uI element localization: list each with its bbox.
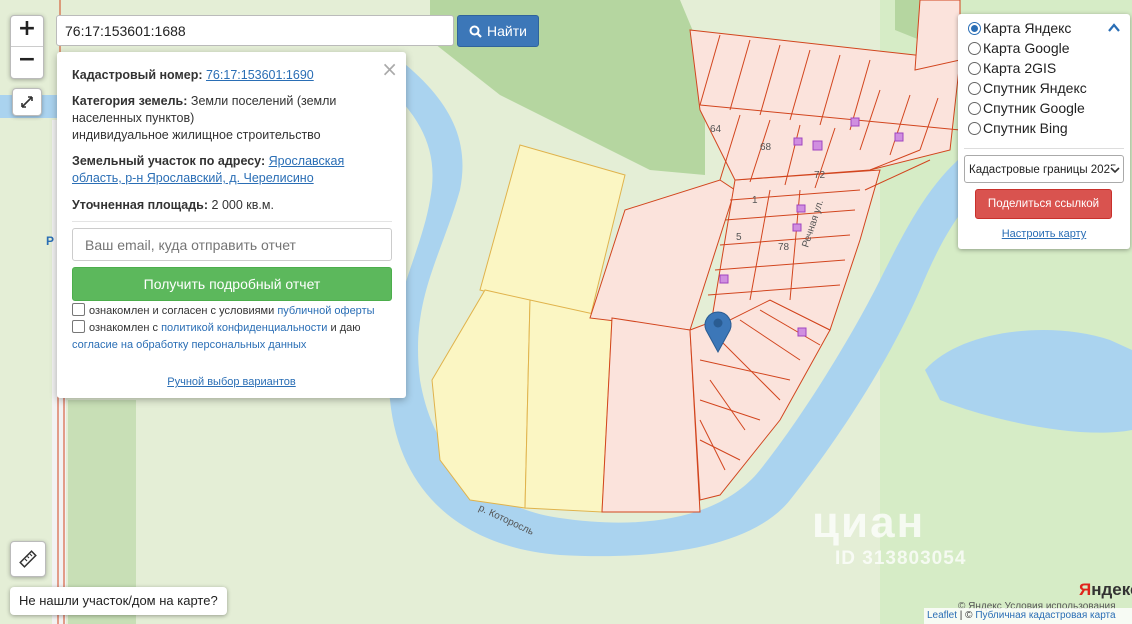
- chevron-down-icon: [1110, 166, 1120, 174]
- layer-option-label: Спутник Google: [983, 100, 1085, 116]
- plot-label: 1: [752, 195, 758, 206]
- cadastral-parcel[interactable]: [601, 317, 701, 513]
- radio-selected-icon[interactable]: [968, 21, 981, 35]
- radio-icon[interactable]: [968, 121, 981, 135]
- fullscreen-button[interactable]: [12, 88, 42, 116]
- plot-label: 5: [736, 232, 742, 243]
- configure-map: Настроить карту: [958, 228, 1130, 240]
- area-label: Уточненная площадь:: [72, 198, 209, 212]
- watermark-id: ID 313803054: [835, 548, 967, 569]
- radio-icon[interactable]: [968, 61, 981, 75]
- not-found-button[interactable]: Не нашли участок/дом на карте?: [10, 587, 227, 615]
- cadastral-label: Кадастровый номер:: [72, 68, 203, 82]
- category-label: Категория земель:: [72, 94, 188, 108]
- get-report-button[interactable]: Получить подробный отчет: [72, 267, 392, 301]
- privacy-checkbox[interactable]: [72, 320, 85, 333]
- search-input[interactable]: [56, 15, 454, 46]
- chevron-up-icon[interactable]: [1108, 23, 1120, 32]
- attribution-bar: Leaflet | © Публичная кадастровая карта: [924, 608, 1132, 624]
- zoom-out-button[interactable]: −: [11, 46, 43, 77]
- leaflet-link[interactable]: Leaflet: [927, 610, 957, 621]
- layer-option-label: Спутник Bing: [983, 120, 1068, 136]
- share-link-button[interactable]: Поделиться ссылкой: [975, 189, 1112, 219]
- layer-option-google-map[interactable]: Карта Google: [968, 38, 1070, 58]
- manual-selection-link[interactable]: Ручной выбор вариантов: [167, 376, 295, 388]
- land-use-value: индивидуальное жилищное строительство: [72, 128, 321, 142]
- plot-label: 68: [760, 142, 772, 153]
- offer-link[interactable]: публичной оферты: [277, 305, 374, 317]
- layers-panel: Карта Яндекс Карта Google Карта 2GIS Спу…: [958, 14, 1130, 249]
- manual-selection: Ручной выбор вариантов: [57, 376, 406, 388]
- radio-icon[interactable]: [968, 41, 981, 55]
- yandex-logo: Яндекс: [1079, 580, 1132, 600]
- privacy-consent-text: ознакомлен с: [89, 322, 159, 334]
- configure-map-link[interactable]: Настроить карту: [1002, 228, 1087, 240]
- offer-consent: ознакомлен и согласен с условиями публич…: [72, 303, 392, 320]
- personal-data-consent-link[interactable]: согласие на обработку персональных данны…: [72, 339, 306, 351]
- cadastral-layer-value: Кадастровые границы 2025: [969, 164, 1117, 176]
- plot-label: 78: [778, 242, 790, 253]
- search-icon: [469, 25, 482, 38]
- cadastral-layer-select[interactable]: Кадастровые границы 2025: [964, 155, 1124, 183]
- pkk-link[interactable]: Публичная кадастровая карта: [975, 610, 1115, 621]
- email-field[interactable]: [72, 228, 392, 261]
- expand-icon: [21, 96, 33, 108]
- area-value: 2 000 кв.м.: [211, 198, 274, 212]
- layer-option-label: Спутник Яндекс: [983, 80, 1087, 96]
- ruler-icon: [19, 550, 37, 568]
- layer-option-2gis-map[interactable]: Карта 2GIS: [968, 58, 1056, 78]
- cadastral-link[interactable]: 76:17:153601:1690: [206, 68, 314, 82]
- poi-label: Р: [46, 234, 54, 248]
- zoom-control: + −: [10, 15, 44, 79]
- address-label: Земельный участок по адресу:: [72, 154, 266, 168]
- search-button-label: Найти: [487, 23, 527, 39]
- radio-icon[interactable]: [968, 81, 981, 95]
- watermark-logo: циан: [812, 498, 926, 547]
- radio-icon[interactable]: [968, 101, 981, 115]
- layer-option-yandex-satellite[interactable]: Спутник Яндекс: [968, 78, 1087, 98]
- field-parcel: [524, 299, 613, 513]
- layer-option-google-satellite[interactable]: Спутник Google: [968, 98, 1085, 118]
- offer-consent-text: ознакомлен и согласен с условиями: [89, 305, 275, 317]
- privacy-policy-link[interactable]: политикой конфиденциальности: [161, 322, 327, 334]
- layer-option-yandex-map[interactable]: Карта Яндекс: [968, 18, 1071, 38]
- zoom-in-button[interactable]: +: [11, 16, 43, 46]
- search-button[interactable]: Найти: [457, 15, 539, 47]
- yandex-logo-rest: ндекс: [1091, 580, 1132, 599]
- layer-option-bing-satellite[interactable]: Спутник Bing: [968, 118, 1068, 138]
- layer-option-label: Карта Яндекс: [983, 20, 1072, 36]
- privacy-consent-tail: и даю: [330, 322, 361, 334]
- parcel-info-popup: × Кадастровый номер: 76:17:153601:1690 К…: [57, 52, 406, 398]
- offer-checkbox[interactable]: [72, 303, 85, 316]
- privacy-consent: ознакомлен с политикой конфиденциальност…: [72, 320, 392, 354]
- layer-option-label: Карта Google: [983, 40, 1070, 56]
- yandex-logo-first-letter: Я: [1079, 580, 1092, 599]
- ruler-button[interactable]: [10, 541, 46, 577]
- plot-label: 64: [710, 124, 722, 135]
- layer-option-label: Карта 2GIS: [983, 60, 1057, 76]
- plot-label: 72: [814, 170, 826, 181]
